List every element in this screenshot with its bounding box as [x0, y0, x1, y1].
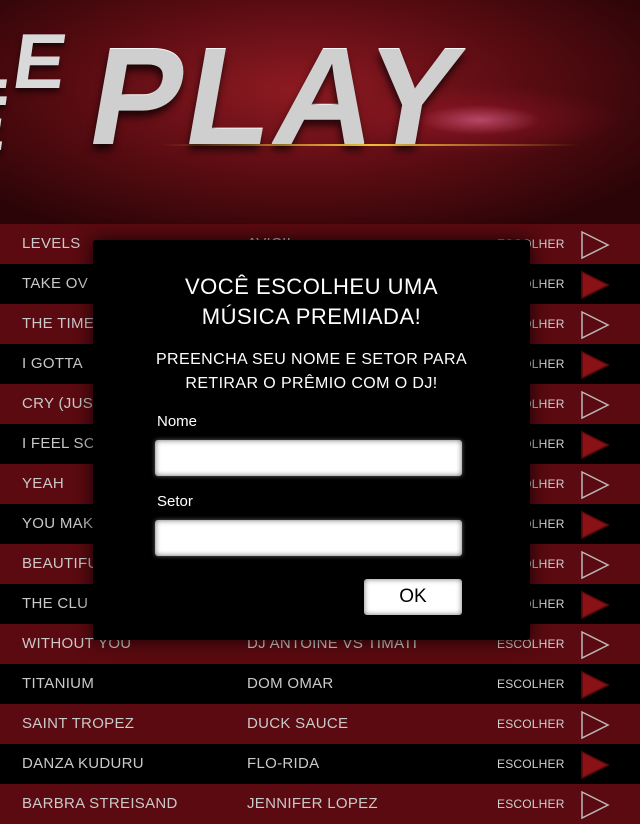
play-arrow-icon[interactable]: [580, 430, 610, 460]
song-title: THE TIME: [22, 315, 95, 332]
song-row[interactable]: SAINT TROPEZ DUCK SAUCE ESCOLHER: [0, 704, 640, 744]
sector-input[interactable]: [155, 520, 462, 556]
song-title: I FEEL SO: [22, 435, 96, 452]
play-arrow-icon[interactable]: [580, 550, 610, 580]
song-title: TITANIUM: [22, 675, 95, 692]
play-arrow-icon[interactable]: [580, 310, 610, 340]
prize-modal: VOCÊ ESCOLHEU UMA MÚSICA PREMIADA! PREEN…: [93, 240, 530, 640]
modal-instructions: PREENCHA SEU NOME E SETOR PARA RETIRAR O…: [155, 351, 468, 392]
song-title: I GOTTA: [22, 355, 83, 372]
choose-button[interactable]: ESCOLHER: [497, 677, 565, 691]
song-artist: JENNIFER LOPEZ: [247, 795, 378, 812]
choose-button[interactable]: ESCOLHER: [497, 717, 565, 731]
song-title: BARBRA STREISAND: [22, 795, 178, 812]
song-artist: DOM OMAR: [247, 675, 334, 692]
song-title: YOU MAK: [22, 515, 94, 532]
play-arrow-icon[interactable]: [580, 470, 610, 500]
song-artist: FLO-RIDA: [247, 755, 320, 772]
header-banner: LE E PLAY: [0, 0, 640, 224]
name-label: Nome: [157, 413, 198, 430]
song-title: DANZA KUDURU: [22, 755, 144, 772]
song-title: YEAH: [22, 475, 65, 492]
play-arrow-icon[interactable]: [580, 790, 610, 820]
song-title: THE CLU: [22, 595, 89, 612]
banner-lead-text: LE E: [0, 17, 75, 167]
sector-label: Setor: [157, 493, 193, 510]
ok-button[interactable]: OK: [364, 579, 462, 615]
song-artist: DUCK SAUCE: [247, 715, 349, 732]
play-arrow-icon[interactable]: [580, 670, 610, 700]
song-title: SAINT TROPEZ: [22, 715, 135, 732]
banner-title: PLAY: [78, 20, 478, 174]
modal-heading: VOCÊ ESCOLHEU UMA MÚSICA PREMIADA!: [185, 274, 438, 329]
lens-flare: [160, 144, 580, 146]
play-arrow-icon[interactable]: [580, 230, 610, 260]
choose-button[interactable]: ESCOLHER: [497, 797, 565, 811]
song-row[interactable]: BARBRA STREISAND JENNIFER LOPEZ ESCOLHER: [0, 784, 640, 824]
play-arrow-icon[interactable]: [580, 630, 610, 660]
song-title: CRY (JUS: [22, 395, 94, 412]
song-title: LEVELS: [22, 235, 81, 252]
play-arrow-icon[interactable]: [580, 350, 610, 380]
choose-button[interactable]: ESCOLHER: [497, 757, 565, 771]
play-arrow-icon[interactable]: [580, 510, 610, 540]
play-arrow-icon[interactable]: [580, 710, 610, 740]
song-row[interactable]: TITANIUM DOM OMAR ESCOLHER: [0, 664, 640, 704]
play-arrow-icon[interactable]: [580, 750, 610, 780]
song-title: TAKE OV: [22, 275, 89, 292]
song-row[interactable]: DANZA KUDURU FLO-RIDA ESCOLHER: [0, 744, 640, 784]
play-arrow-icon[interactable]: [580, 270, 610, 300]
song-title: BEAUTIFU: [22, 555, 99, 572]
play-arrow-icon[interactable]: [580, 590, 610, 620]
play-arrow-icon[interactable]: [580, 390, 610, 420]
name-input[interactable]: [155, 440, 462, 476]
